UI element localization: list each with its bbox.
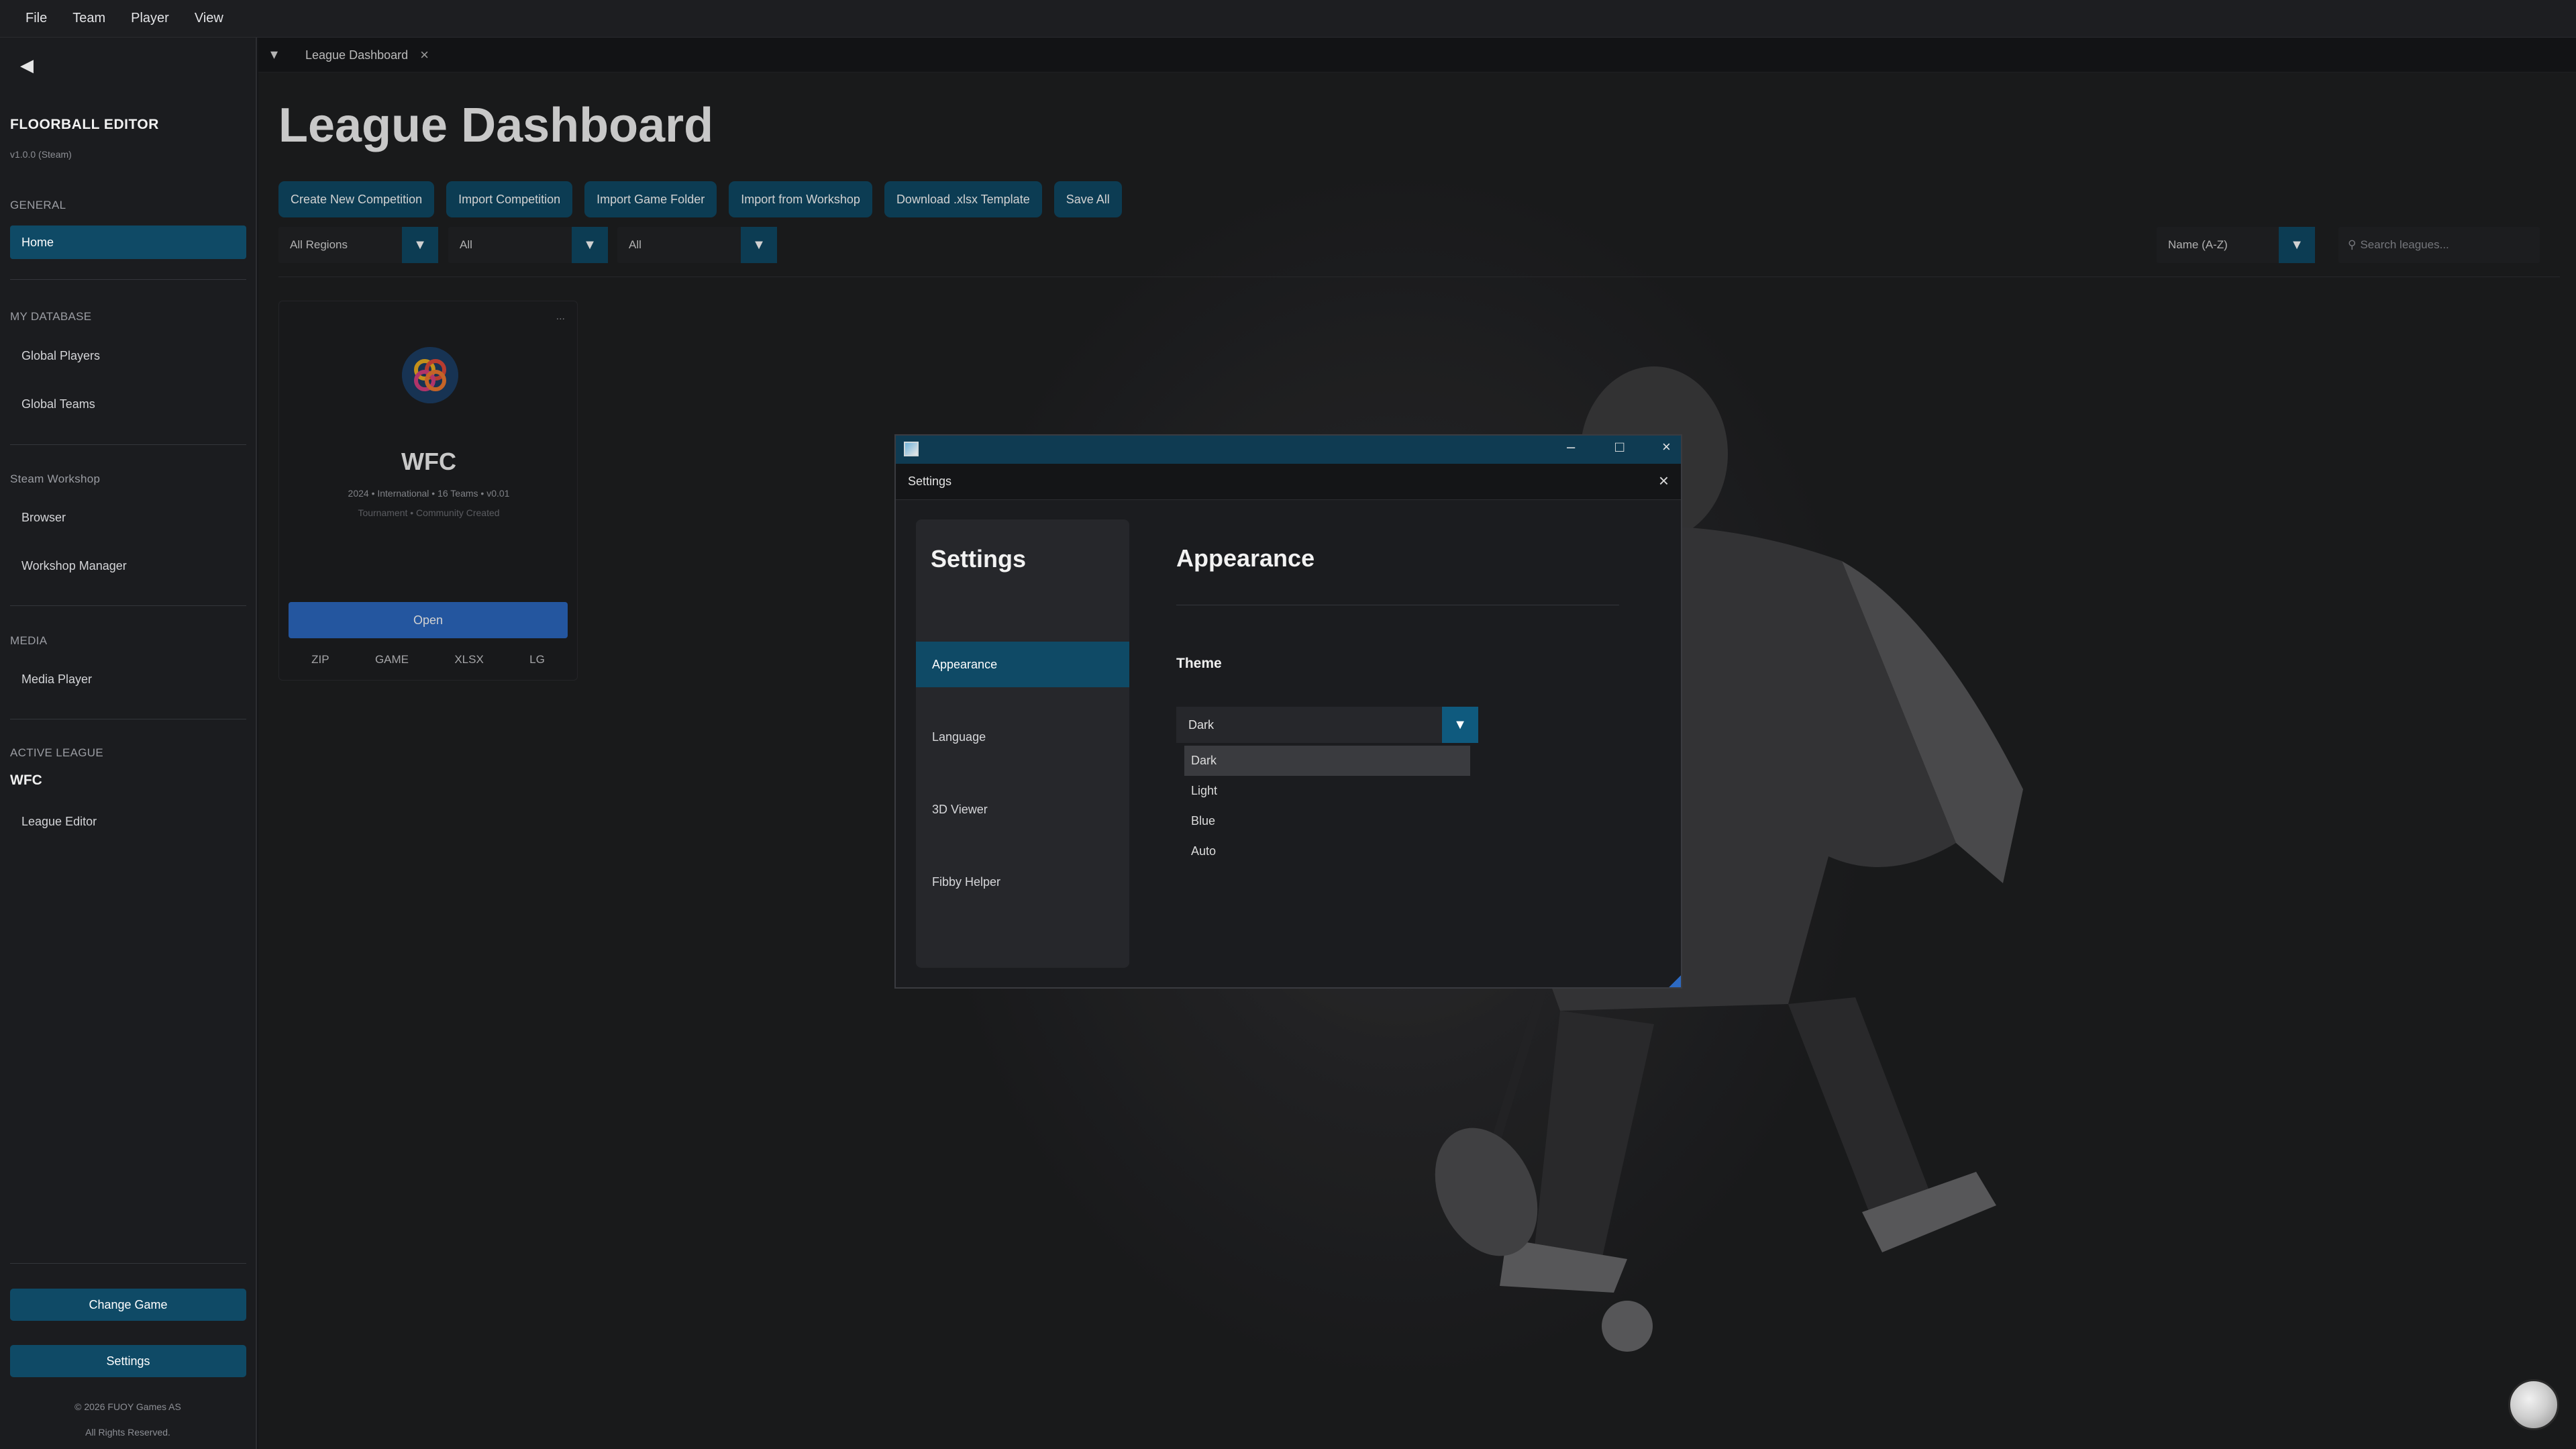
change-game-button[interactable]: Change Game [10,1289,246,1321]
close-window-icon[interactable]: × [1662,438,1671,456]
settings-nav-language[interactable]: Language [916,714,1129,760]
dialog-titlebar: – □ × [896,436,1681,464]
theme-options-list: Dark Light Blue Auto [1184,746,1470,866]
theme-select-value: Dark [1188,717,1215,732]
section-steam-workshop: Steam Workshop [10,472,101,485]
theme-select[interactable]: Dark ▼ [1176,707,1478,743]
app-icon [904,442,919,456]
app-version: v1.0.0 (Steam) [10,149,72,160]
dropdown-arrow-icon[interactable]: ▼ [1442,707,1478,743]
theme-label: Theme [1176,656,1222,671]
sidebar-item-media-player[interactable]: Media Player [10,662,246,696]
active-league-name: WFC [10,772,42,788]
resize-grip-icon[interactable] [1669,975,1681,987]
settings-nav: Settings Appearance Language 3D Viewer F… [916,519,1129,968]
sidebar-item-league-editor[interactable]: League Editor [10,805,246,838]
sidebar-item-workshop-manager[interactable]: Workshop Manager [10,549,246,583]
theme-option-light[interactable]: Light [1184,776,1470,806]
rights-text: All Rights Reserved. [85,1427,170,1438]
settings-nav-appearance[interactable]: Appearance [916,642,1129,687]
menu-player[interactable]: Player [121,11,185,26]
section-general: GENERAL [10,199,66,211]
section-active-league: ACTIVE LEAGUE [10,746,103,759]
collapse-sidebar-icon[interactable]: ◀ [20,55,34,76]
settings-nav-3d-viewer[interactable]: 3D Viewer [916,787,1129,832]
menu-bar: File Team Player View [0,0,2576,38]
sidebar-item-global-players[interactable]: Global Players [10,339,246,372]
settings-nav-title: Settings [931,545,1027,572]
dialog-header: Settings × [896,464,1681,500]
dialog-title: Settings [908,474,952,488]
theme-option-auto[interactable]: Auto [1184,836,1470,866]
settings-button[interactable]: Settings [10,1345,246,1377]
minimize-icon[interactable]: – [1567,438,1575,456]
menu-view[interactable]: View [185,11,240,26]
sidebar-item-global-teams[interactable]: Global Teams [10,387,246,421]
section-title: Appearance [1176,544,1315,572]
sidebar-item-browser[interactable]: Browser [10,501,246,534]
section-my-database: MY DATABASE [10,310,92,323]
theme-option-blue[interactable]: Blue [1184,806,1470,836]
maximize-icon[interactable]: □ [1615,438,1624,456]
divider [10,444,246,445]
settings-dialog: – □ × Settings × Settings Appearance Lan… [894,434,1682,989]
sidebar-item-home[interactable]: Home [10,226,246,259]
divider [10,605,246,606]
section-media: MEDIA [10,634,48,647]
theme-option-dark[interactable]: Dark [1184,746,1470,776]
menu-file[interactable]: File [16,11,63,26]
sidebar: ◀ FLOORBALL EDITOR v1.0.0 (Steam) GENERA… [0,38,257,1449]
settings-nav-fibby-helper[interactable]: Fibby Helper [916,859,1129,905]
helper-avatar[interactable] [2508,1379,2559,1430]
close-dialog-icon[interactable]: × [1659,470,1669,491]
divider [10,279,246,280]
copyright-text: © 2026 FUOY Games AS [74,1401,181,1412]
divider [10,1263,246,1264]
menu-team[interactable]: Team [63,11,121,26]
app-name: FLOORBALL EDITOR [10,117,159,132]
